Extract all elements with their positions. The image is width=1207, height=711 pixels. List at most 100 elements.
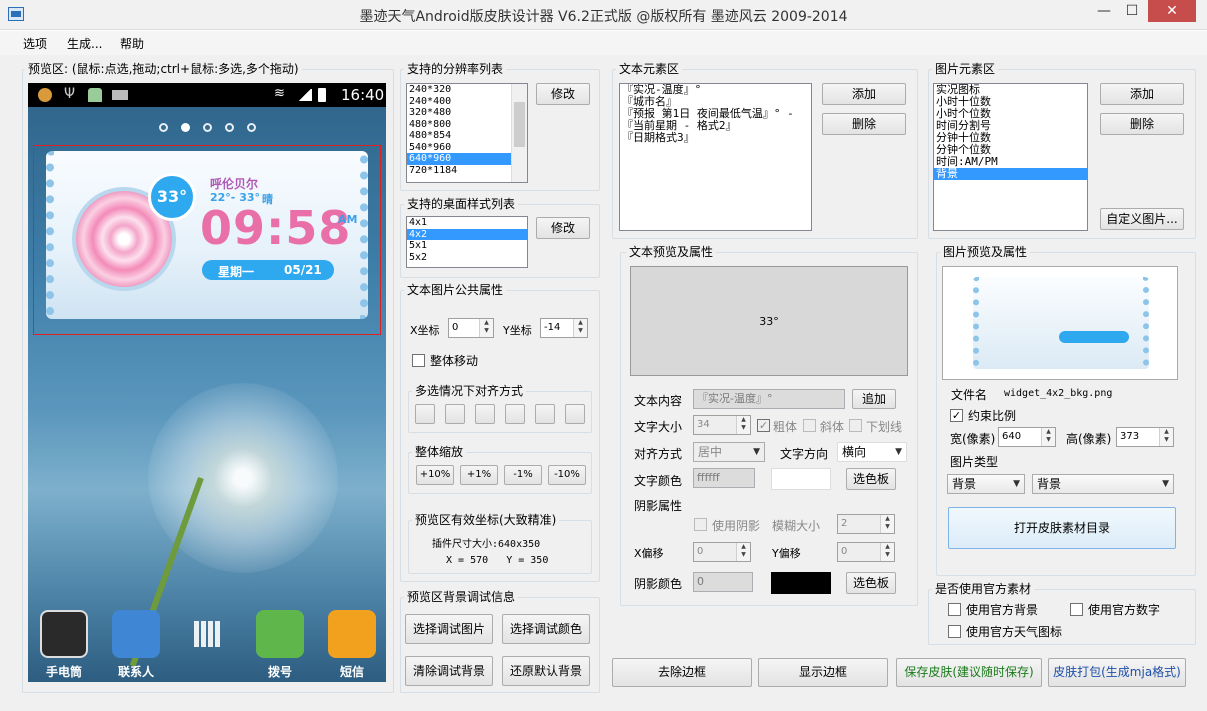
move-all-checkbox[interactable] — [412, 354, 425, 367]
add-text-button[interactable]: 添加 — [822, 83, 906, 105]
resolution-list[interactable]: 240*320 240*400 320*480 480*800 480*854 … — [406, 83, 528, 183]
direction-label: 文字方向 — [780, 447, 829, 461]
minimize-button[interactable]: — — [1090, 0, 1118, 22]
align-right-icon[interactable] — [475, 404, 495, 424]
close-button[interactable]: ✕ — [1148, 0, 1196, 22]
add-image-button[interactable]: 添加 — [1100, 83, 1184, 105]
scale-minus10-button[interactable]: -10% — [548, 465, 586, 485]
edit-resolution-button[interactable]: 修改 — [536, 83, 590, 105]
height-spinner[interactable]: 373 ▲ ▼ — [1116, 427, 1174, 447]
image-type-select-1[interactable]: 背景 ▼ — [947, 474, 1025, 494]
choose-debug-image-button[interactable]: 选择调试图片 — [405, 614, 493, 644]
list-item[interactable]: 240*400 — [407, 96, 527, 108]
align-center-v-icon[interactable] — [445, 404, 465, 424]
maximize-button[interactable]: ☐ — [1118, 0, 1146, 22]
list-item[interactable]: 320*480 — [407, 107, 527, 119]
spinner-arrows[interactable]: ▲ ▼ — [880, 543, 894, 561]
spinner-arrows[interactable]: ▲ ▼ — [736, 543, 750, 561]
align-middle-icon[interactable] — [535, 404, 555, 424]
list-item-selected[interactable]: 背景 — [934, 168, 1087, 180]
align-left-icon[interactable] — [415, 404, 435, 424]
menu-generate[interactable]: 生成... — [67, 35, 102, 52]
width-spinner[interactable]: 640 ▲ ▼ — [998, 427, 1056, 447]
app-drawer-icon[interactable] — [194, 621, 220, 647]
x-coordinate-spinner[interactable]: 0 ▲ ▼ — [448, 318, 494, 338]
align-select[interactable]: 居中 ▼ — [693, 442, 765, 462]
keep-ratio-checkbox[interactable]: ✓ — [950, 409, 963, 422]
pack-skin-button[interactable]: 皮肤打包(生成mja格式) — [1048, 658, 1186, 687]
x-offset-spinner[interactable]: 0 ▲ ▼ — [693, 542, 751, 562]
phone-icon[interactable] — [256, 610, 304, 658]
scale-minus1-button[interactable]: -1% — [504, 465, 542, 485]
list-item[interactable]: 5x1 — [407, 240, 527, 252]
list-item-selected[interactable]: 4x2 — [407, 228, 527, 240]
underline-checkbox[interactable] — [849, 419, 862, 432]
spinner-arrows[interactable]: ▲ ▼ — [1159, 428, 1173, 446]
list-item[interactable]: 240*320 — [407, 84, 527, 96]
official-icons-checkbox[interactable] — [948, 625, 961, 638]
clear-debug-bg-button[interactable]: 清除调试背景 — [405, 656, 493, 686]
align-bottom-icon[interactable] — [565, 404, 585, 424]
content-input[interactable]: 『实况-温度』° — [693, 389, 845, 409]
x-value: 0 — [452, 322, 459, 333]
spinner-arrows[interactable]: ▲ ▼ — [736, 416, 750, 434]
scale-plus10-button[interactable]: +10% — [416, 465, 454, 485]
menu-options[interactable]: 选项 — [23, 35, 47, 52]
italic-checkbox[interactable] — [803, 419, 816, 432]
blur-spinner[interactable]: 2 ▲ ▼ — [837, 514, 895, 534]
align-top-icon[interactable] — [505, 404, 525, 424]
list-item[interactable]: 5x2 — [407, 252, 527, 264]
save-skin-button[interactable]: 保存皮肤(建议随时保存) — [896, 658, 1042, 687]
append-button[interactable]: 追加 — [852, 389, 896, 409]
spinner-arrows[interactable]: ▲ ▼ — [880, 515, 894, 533]
official-digits-checkbox[interactable] — [1070, 603, 1083, 616]
list-item[interactable]: 720*1184 — [407, 165, 527, 177]
spinner-arrows[interactable]: ▲ ▼ — [1041, 428, 1055, 446]
flashlight-icon[interactable] — [40, 610, 88, 658]
list-item[interactable]: 480*800 — [407, 119, 527, 131]
delete-image-button[interactable]: 删除 — [1100, 113, 1184, 135]
image-type-select-2[interactable]: 背景 ▼ — [1032, 474, 1174, 494]
open-assets-dir-button[interactable]: 打开皮肤素材目录 — [948, 507, 1176, 549]
spinner-arrows[interactable]: ▲ ▼ — [573, 319, 587, 337]
list-item[interactable]: 『日期格式3』 — [620, 132, 811, 144]
text-color-input[interactable]: ffffff — [693, 468, 755, 488]
phone-preview[interactable]: Ψ ≋ 16:40 33° 呼伦贝尔 22°- 33° 晴 09:58 AM 星… — [28, 83, 386, 682]
spinner-arrows[interactable]: ▲ ▼ — [479, 319, 493, 337]
shadow-color-swatch — [771, 572, 831, 594]
contacts-icon[interactable] — [112, 610, 160, 658]
sms-icon[interactable] — [328, 610, 376, 658]
use-shadow-checkbox[interactable] — [694, 518, 707, 531]
bold-checkbox[interactable]: ✓ — [757, 419, 770, 432]
remove-border-button[interactable]: 去除边框 — [612, 658, 752, 687]
desktop-style-list[interactable]: 4x1 4x2 5x1 5x2 — [406, 216, 528, 268]
show-border-button[interactable]: 显示边框 — [758, 658, 888, 687]
menu-help[interactable]: 帮助 — [120, 35, 144, 52]
custom-image-button[interactable]: 自定义图片... — [1100, 208, 1184, 230]
shadow-palette-button[interactable]: 选色板 — [846, 572, 896, 594]
y-coordinate-spinner[interactable]: -14 ▲ ▼ — [540, 318, 588, 338]
official-bg-checkbox[interactable] — [948, 603, 961, 616]
edit-desktop-style-button[interactable]: 修改 — [536, 217, 590, 239]
y-offset-spinner[interactable]: 0 ▲ ▼ — [837, 542, 895, 562]
size-spinner[interactable]: 34 ▲ ▼ — [693, 415, 751, 435]
height-value: 373 — [1120, 431, 1140, 442]
list-item[interactable]: 540*960 — [407, 142, 527, 154]
list-item[interactable]: 4x1 — [407, 217, 527, 229]
size-label: 文字大小 — [634, 420, 683, 434]
shadow-color-input[interactable]: 0 — [693, 572, 753, 592]
list-scrollbar[interactable] — [511, 84, 527, 182]
choose-debug-color-button[interactable]: 选择调试颜色 — [502, 614, 590, 644]
restore-default-bg-button[interactable]: 还原默认背景 — [502, 656, 590, 686]
scrollbar-thumb[interactable] — [514, 102, 525, 147]
text-palette-button[interactable]: 选色板 — [846, 468, 896, 490]
scale-plus1-button[interactable]: +1% — [460, 465, 498, 485]
list-item[interactable]: 480*854 — [407, 130, 527, 142]
widget-weekday: 星期一 — [218, 265, 255, 279]
list-item-selected[interactable]: 640*960 — [407, 153, 527, 165]
image-elements-list[interactable]: 实况图标 小时十位数 小时个位数 时间分割号 分钟十位数 分钟个位数 时间:AM… — [933, 83, 1088, 231]
text-elements-list[interactable]: 『实况-温度』° 『城市名』 『预报 第1日 夜间最低气温』° - 『当前星期 … — [619, 83, 812, 231]
official-assets-label: 是否使用官方素材 — [932, 582, 1035, 596]
direction-select[interactable]: 横向 ▼ — [837, 442, 907, 462]
delete-text-button[interactable]: 删除 — [822, 113, 906, 135]
